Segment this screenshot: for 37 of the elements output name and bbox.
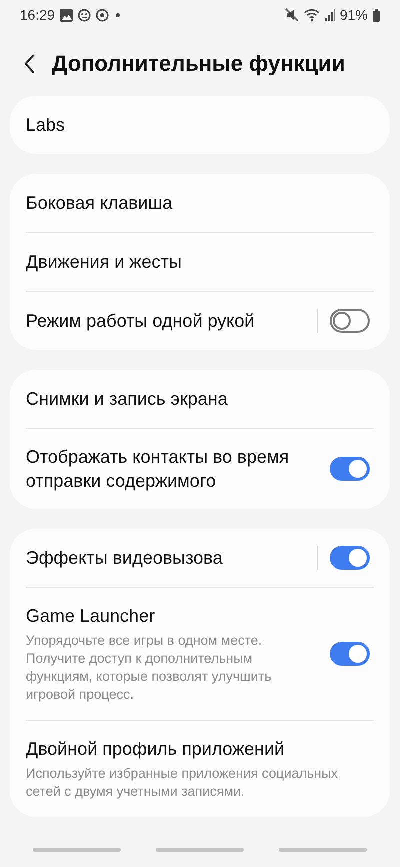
back-icon[interactable] (24, 54, 36, 74)
wifi-icon (304, 8, 320, 22)
toggle-switch[interactable] (330, 642, 370, 666)
row-description: Упорядочьте все игры в одном месте. Получите доступ к дополнительным функциям, которые позволят улучшить игровой процесс. (26, 632, 273, 704)
nav-bar-handle[interactable] (279, 848, 367, 852)
row-title: Эффекты видеовызова (26, 547, 224, 570)
settings-row[interactable]: Снимки и запись экрана (26, 370, 374, 428)
settings-row[interactable]: Боковая клавиша (26, 174, 374, 232)
settings-row[interactable]: Режим работы одной рукой (26, 291, 374, 350)
settings-row[interactable]: Game Launcher Упорядочьте все игры в одном месте. Получите доступ к дополнительным функциям, которые позволят улучшить игровой процесс. (26, 587, 374, 720)
face-icon (78, 8, 92, 22)
nav-bar-handle[interactable] (33, 848, 121, 852)
battery-icon (373, 8, 380, 22)
nav-bar-handle[interactable] (156, 848, 244, 852)
toggle-switch[interactable] (330, 309, 370, 334)
toggle-switch[interactable] (330, 457, 370, 482)
gallery-icon (60, 8, 74, 22)
mute-icon (284, 8, 299, 22)
status-time: 16:29 (20, 7, 56, 24)
row-title: Отображать контакты во время отправки содержимого (26, 446, 290, 494)
row-title: Боковая клавиша (26, 192, 174, 216)
settings-row[interactable]: Движения и жесты (26, 232, 374, 292)
row-description: Используйте избранные приложения социальных сетей с двумя учетными записями. (26, 765, 340, 802)
battery-level: 91% (340, 7, 368, 24)
row-title: Двойной профиль приложений (26, 738, 286, 762)
toggle-switch[interactable] (330, 546, 370, 570)
row-title: Game Launcher (26, 605, 156, 628)
row-title: Движения и жесты (26, 251, 183, 274)
settings-row[interactable]: Двойной профиль приложений Используйте избранные приложения социальных сетей с двумя учетными записями. (26, 720, 374, 818)
row-title: Снимки и запись экрана (26, 388, 229, 412)
row-title: Режим работы одной рукой (26, 310, 256, 334)
page-title: Дополнительные функции (52, 50, 346, 77)
settings-row[interactable]: Отображать контакты во время отправки содержимого (26, 428, 374, 510)
settings-row[interactable]: Эффекты видеовызова (26, 529, 374, 588)
row-title: Labs (26, 114, 66, 138)
signal-icon (324, 9, 335, 22)
settings-row[interactable]: Labs (26, 96, 374, 154)
